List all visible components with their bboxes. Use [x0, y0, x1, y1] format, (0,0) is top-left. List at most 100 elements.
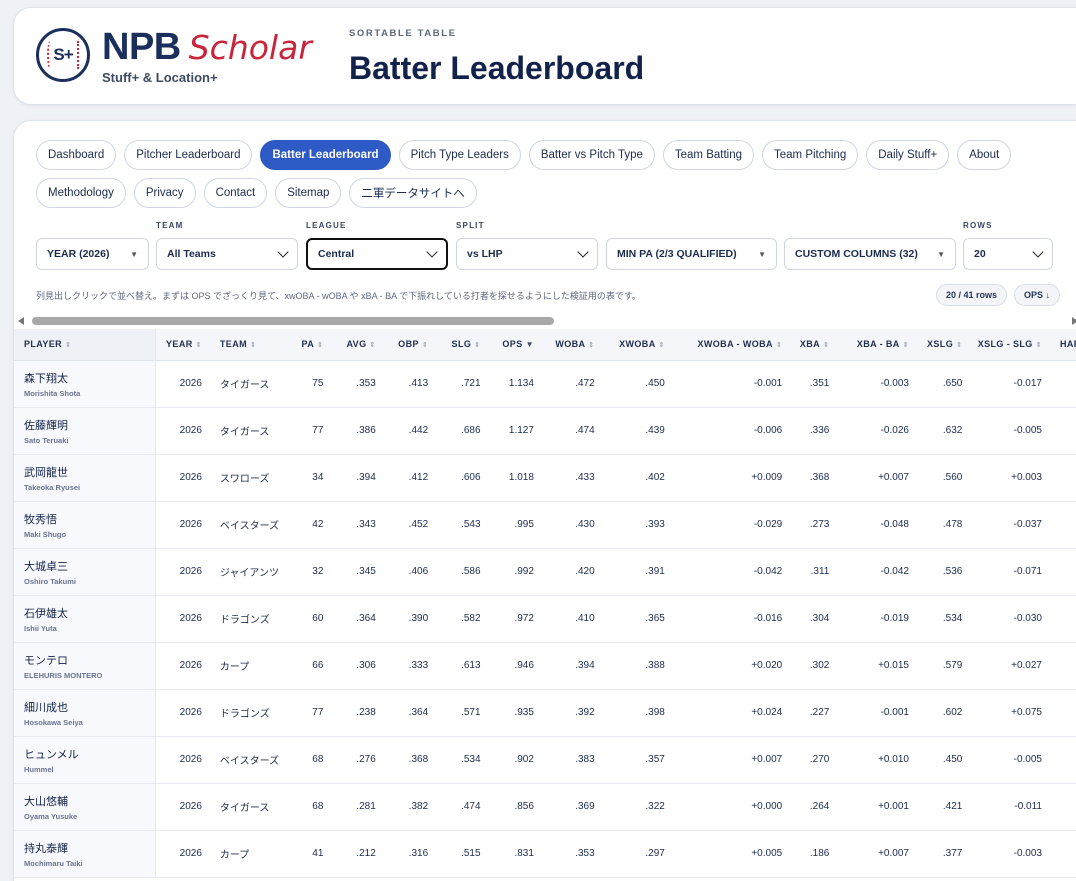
player-cell[interactable]: 持丸泰輝 Mochimaru Taiki — [14, 830, 156, 877]
cell-obp: .442 — [408, 425, 429, 436]
scroll-left-icon[interactable] — [18, 317, 24, 325]
rows-select[interactable]: 20 — [963, 238, 1053, 270]
cell-ops: .946 — [514, 660, 534, 671]
player-cell[interactable]: モンテロ ELEHURIS MONTERO — [14, 642, 156, 689]
nav-link-batter-leaderboard[interactable]: Batter Leaderboard — [260, 140, 391, 170]
custom-columns-select[interactable]: CUSTOM COLUMNS (32) ▼ — [784, 238, 956, 270]
table-row[interactable]: 大山悠輔 Oyama Yusuke 2026 タイガース 68 .281 .382 .474.… — [14, 783, 1076, 830]
cell-ops: .831 — [514, 848, 534, 859]
player-cell[interactable]: 細川成也 Hosokawa Seiya — [14, 689, 156, 736]
split-select[interactable]: vs LHP — [456, 238, 598, 270]
cell-xwoba: .365 — [645, 613, 665, 624]
cell-year: 2026 — [179, 425, 202, 436]
nav-link-team-batting[interactable]: Team Batting — [662, 140, 755, 170]
player-romanized-name: Maki Shugo — [24, 529, 67, 539]
player-cell[interactable]: 大山悠輔 Oyama Yusuke — [14, 783, 156, 830]
column-header-xba[interactable]: XBA ⇕ — [790, 329, 837, 360]
horizontal-scrollbar[interactable] — [14, 315, 1076, 327]
player-cell[interactable]: ヒュンメル Hummel — [14, 736, 156, 783]
player-cell[interactable]: 武岡龍世 Takeoka Ryusei — [14, 454, 156, 501]
nav-link-daily-stuff[interactable]: Daily Stuff+ — [866, 140, 950, 170]
player-cell[interactable]: 森下翔太 Morishita Shota — [14, 360, 156, 407]
nav-link-contact[interactable]: Contact — [203, 178, 268, 208]
scroll-right-icon[interactable] — [1072, 317, 1076, 325]
cell-year: 2026 — [179, 754, 202, 765]
column-header-pa[interactable]: PA ⇕ — [288, 329, 331, 360]
team-select[interactable]: All Teams — [156, 238, 298, 270]
cell-hardhit — [1050, 783, 1076, 830]
column-header-avg[interactable]: AVG ⇕ — [331, 329, 383, 360]
column-header-xwoba[interactable]: XWOBA ⇕ — [603, 329, 673, 360]
nav-link-sitemap[interactable]: Sitemap — [275, 178, 342, 208]
player-romanized-name: Oyama Yusuke — [24, 811, 78, 821]
sort-indicator-chip[interactable]: OPS ↓ — [1014, 284, 1061, 306]
brand-wordmark[interactable]: NPB Scholar — [102, 26, 312, 69]
table-row[interactable]: モンテロ ELEHURIS MONTERO 2026 カープ 66 .306 .333 .61… — [14, 642, 1076, 689]
cell-xslg-slg: +0.075 — [1011, 707, 1042, 718]
cell-obp: .452 — [408, 519, 429, 530]
column-header-woba[interactable]: WOBA ⇕ — [542, 329, 603, 360]
cell-xba: .304 — [809, 613, 830, 624]
nav-link-team-pitching[interactable]: Team Pitching — [762, 140, 859, 170]
cell-ops: 1.018 — [508, 472, 534, 483]
table-row[interactable]: ヒュンメル Hummel 2026 ベイスターズ 68 .276 .368 .534 .902.… — [14, 736, 1076, 783]
row-count-badge: 20 / 41 rows — [936, 284, 1008, 306]
player-romanized-name: Hosokawa Seiya — [24, 717, 83, 727]
cell-xba: .273 — [809, 519, 830, 530]
league-select[interactable]: Central — [306, 238, 448, 270]
cell-xwoba: .388 — [645, 660, 665, 671]
cell-woba: .383 — [575, 754, 595, 765]
min-pa-select[interactable]: MIN PA (2/3 QUALIFIED) ▼ — [606, 238, 777, 270]
baseball-logo-icon[interactable]: S+ — [36, 28, 90, 82]
nav-link-methodology[interactable]: Methodology — [36, 178, 126, 208]
column-header-xslg[interactable]: XSLG ⇕ — [917, 329, 970, 360]
cell-team: ベイスターズ — [219, 521, 280, 532]
table-row[interactable]: 細川成也 Hosokawa Seiya 2026 ドラゴンズ 77 .238 .364 .57… — [14, 689, 1076, 736]
cell-team: タイガース — [219, 427, 270, 438]
year-select[interactable]: YEAR (2026) ▼ — [36, 238, 149, 270]
nav-link-pitcher-leaderboard[interactable]: Pitcher Leaderboard — [124, 140, 253, 170]
scrollbar-thumb[interactable] — [32, 317, 554, 325]
nav-link-batter-vs-pitch-type[interactable]: Batter vs Pitch Type — [528, 140, 655, 170]
column-header-year[interactable]: YEAR ⇕ — [155, 329, 209, 360]
column-header-player[interactable]: PLAYER ⇕ — [14, 329, 156, 360]
cell-xslg: .650 — [942, 378, 963, 389]
table-row[interactable]: 森下翔太 Morishita Shota 2026 タイガース 75 .353 .413 .7… — [14, 360, 1076, 407]
cell-xba-ba: +0.001 — [878, 801, 909, 812]
cell-xslg-slg: -0.030 — [1013, 613, 1042, 624]
cell-obp: .406 — [408, 566, 429, 577]
column-header-team[interactable]: TEAM ⇕ — [210, 329, 289, 360]
cell-ops: 1.127 — [508, 425, 534, 436]
column-header-obp[interactable]: OBP ⇕ — [384, 329, 436, 360]
cell-team: タイガース — [219, 380, 270, 391]
cell-hardhit — [1050, 501, 1076, 548]
cell-team: スワローズ — [219, 474, 270, 485]
column-header-hardhit[interactable]: HARDHIT — [1050, 329, 1076, 360]
cell-pa: 42 — [312, 519, 324, 530]
cell-pa: 75 — [312, 378, 324, 389]
player-cell[interactable]: 石伊雄太 Ishii Yuta — [14, 595, 156, 642]
column-header-xba-ba[interactable]: XBA - BA ⇕ — [837, 329, 917, 360]
cell-xwoba: .393 — [645, 519, 665, 530]
table-row[interactable]: 武岡龍世 Takeoka Ryusei 2026 スワローズ 34 .394 .412 .60… — [14, 454, 1076, 501]
player-cell[interactable]: 大城卓三 Oshiro Takumi — [14, 548, 156, 595]
table-row[interactable]: 大城卓三 Oshiro Takumi 2026 ジャイアンツ 32 .345 .406 .58… — [14, 548, 1076, 595]
nav-link-dashboard[interactable]: Dashboard — [36, 140, 117, 170]
cell-avg: .345 — [356, 566, 376, 577]
player-cell[interactable]: 牧秀悟 Maki Shugo — [14, 501, 156, 548]
table-row[interactable]: 持丸泰輝 Mochimaru Taiki 2026 カープ 41 .212 .316 .515… — [14, 830, 1076, 877]
column-header-xslg-slg[interactable]: XSLG - SLG ⇕ — [970, 329, 1050, 360]
column-header-slg[interactable]: SLG ⇕ — [436, 329, 488, 360]
player-cell[interactable]: 佐藤輝明 Sato Teruaki — [14, 407, 156, 454]
sort-icon: ⇕ — [823, 342, 830, 350]
table-row[interactable]: 石伊雄太 Ishii Yuta 2026 ドラゴンズ 60 .364 .390 .582 .97… — [14, 595, 1076, 642]
nav-link-privacy[interactable]: Privacy — [133, 178, 196, 208]
table-row[interactable]: 牧秀悟 Maki Shugo 2026 ベイスターズ 42 .343 .452 .543 .99… — [14, 501, 1076, 548]
nav-link-about[interactable]: About — [957, 140, 1012, 170]
cell-avg: .276 — [356, 754, 376, 765]
column-header-xwoba-woba[interactable]: XWOBA - WOBA ⇕ — [673, 329, 790, 360]
nav-link-farm-site[interactable]: 二軍データサイトへ — [349, 178, 477, 208]
nav-link-pitch-type-leaders[interactable]: Pitch Type Leaders — [398, 140, 521, 170]
column-header-ops[interactable]: OPS ▼ — [489, 329, 542, 360]
table-row[interactable]: 佐藤輝明 Sato Teruaki 2026 タイガース 77 .386 .442 .686 1… — [14, 407, 1076, 454]
